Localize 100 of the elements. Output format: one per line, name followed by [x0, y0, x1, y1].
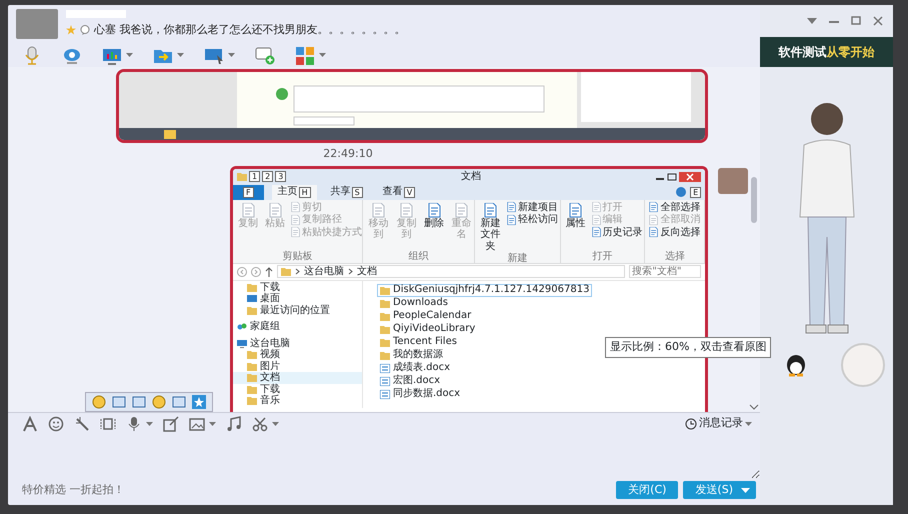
file-item[interactable]: 同步数据.docx — [377, 388, 592, 400]
edit-icon[interactable] — [163, 416, 179, 432]
app-grid-icon[interactable] — [295, 46, 315, 64]
caret-icon[interactable] — [177, 53, 184, 57]
nav-item[interactable]: 最近访问的位置 — [233, 304, 362, 316]
folder-icon — [247, 282, 257, 292]
document-icon — [380, 376, 390, 386]
ribbon-button[interactable]: 轻松访问 — [506, 214, 560, 226]
dropdown-icon[interactable] — [807, 18, 817, 24]
keytip: 2 — [262, 171, 274, 182]
back-icon[interactable] — [237, 266, 247, 276]
caret-icon[interactable] — [126, 53, 133, 57]
address-bar[interactable]: 这台电脑 文档 — [277, 265, 626, 278]
close-icon[interactable] — [873, 16, 883, 26]
page-icon — [592, 227, 601, 238]
page-icon — [400, 202, 414, 218]
ad-banner[interactable]: 软件测试从零开始 — [760, 37, 893, 67]
avatar-placeholder[interactable] — [718, 168, 748, 194]
message-time: 22:49:10 — [322, 146, 374, 162]
banner-text[interactable]: 从零开始 — [826, 43, 874, 61]
folder-icon — [237, 172, 247, 181]
window-title: 文档 — [460, 170, 482, 182]
up-arrow-icon[interactable] — [265, 266, 273, 276]
breadcrumb[interactable]: 文档 — [357, 266, 377, 278]
page-icon — [649, 202, 658, 212]
caret-icon[interactable] — [319, 53, 326, 57]
nav-item[interactable]: 文档 — [233, 372, 362, 384]
magic-wand-icon[interactable] — [74, 416, 90, 432]
history-button[interactable]: 消息记录 — [685, 415, 752, 432]
nav-item[interactable]: 家庭组 — [233, 321, 362, 332]
image-icon[interactable] — [189, 416, 205, 432]
chevron-down-icon[interactable] — [749, 404, 759, 410]
star-icon[interactable] — [192, 395, 206, 409]
page-icon — [242, 202, 254, 218]
ribbon-button[interactable]: 全部选择 — [648, 202, 702, 213]
smiley-icon[interactable] — [92, 395, 106, 409]
file-item[interactable]: 宏图.docx — [377, 374, 592, 388]
smiley-icon[interactable] — [48, 416, 64, 432]
keytip: H — [298, 186, 311, 198]
close-icon[interactable] — [679, 172, 702, 182]
keytip: S — [352, 186, 363, 198]
banner-text[interactable]: 软件测试 — [778, 43, 826, 61]
microphone-icon[interactable] — [126, 416, 142, 432]
nav-item[interactable]: 这台电脑 — [233, 338, 362, 349]
chat-add-icon[interactable] — [255, 46, 275, 64]
nav-item[interactable]: 图片 — [233, 360, 362, 372]
ribbon-tab[interactable]: 共享 — [330, 186, 351, 198]
document-icon — [380, 390, 390, 398]
status-text: 心塞 我爸说，你都那么老了怎么还不找男朋友。。。。。。。。 — [94, 22, 406, 38]
ribbon-button[interactable]: 反向选择 — [648, 226, 702, 238]
ribbon-tab[interactable]: 查看 — [382, 186, 403, 198]
nav-item[interactable]: 视频 — [233, 349, 362, 360]
ribbon-button[interactable]: 新建文件夹 — [478, 202, 504, 253]
network-icon — [237, 322, 247, 332]
file-item[interactable]: 我的数据源 — [377, 348, 592, 362]
group-label: 选择 — [664, 250, 686, 262]
ribbon-button[interactable]: 属性 — [564, 202, 588, 250]
keytip: 1 — [249, 171, 260, 182]
page-icon — [372, 202, 386, 218]
scissors-icon[interactable] — [252, 416, 268, 432]
caret-icon[interactable] — [146, 422, 153, 426]
nav-item[interactable]: 下载 — [233, 384, 362, 395]
file-item[interactable]: 成绩表.docx — [377, 362, 592, 374]
tooltip: 显示比例：60%，双击查看原图 — [605, 337, 772, 358]
scrollbar-thumb[interactable] — [751, 177, 757, 223]
file-item[interactable]: Downloads — [377, 296, 592, 310]
caret-icon[interactable] — [272, 422, 279, 426]
breadcrumb[interactable]: 这台电脑 — [304, 266, 344, 278]
ribbon-button[interactable]: 历史记录 — [590, 226, 644, 238]
page-icon — [649, 227, 658, 238]
monitor-icon[interactable] — [132, 395, 146, 409]
caret-icon[interactable] — [745, 422, 752, 426]
file-item[interactable]: DiskGeniusqjhfrj4.7.1.127.1429067813 — [377, 284, 592, 296]
group-label: 打开 — [591, 250, 614, 262]
penguin-icon[interactable] — [785, 353, 807, 377]
caret-icon[interactable] — [228, 53, 235, 57]
file-item[interactable]: PeopleCalendar — [377, 310, 592, 322]
nav-item[interactable]: 桌面 — [233, 293, 362, 304]
group-label: 新建 — [506, 253, 528, 264]
clock-icon — [685, 418, 697, 430]
file-item[interactable]: QiyiVideoLibrary — [377, 322, 592, 336]
film-strip-icon[interactable] — [100, 416, 116, 432]
nav-item[interactable]: 下载 — [233, 282, 362, 293]
smiley-icon[interactable] — [152, 395, 166, 409]
file-item[interactable]: Tencent Files — [377, 336, 592, 348]
forward-icon[interactable] — [251, 266, 261, 276]
page-icon — [649, 214, 658, 225]
ad-link[interactable]: 特价精选 一折起拍！ — [22, 482, 124, 498]
ribbon-button[interactable]: 新建项目 — [506, 202, 560, 213]
font-icon[interactable] — [22, 416, 38, 432]
star-icon — [66, 25, 76, 35]
ribbon-tab[interactable]: 主页 — [278, 186, 298, 198]
caret-icon[interactable] — [209, 422, 216, 426]
maximize-icon[interactable] — [667, 172, 678, 180]
help-icon[interactable] — [676, 187, 686, 197]
music-note-icon[interactable] — [226, 416, 242, 432]
ribbon-button[interactable]: 删除 — [422, 202, 446, 250]
nav-item[interactable]: 音乐 — [233, 395, 362, 406]
group-label: 组织 — [408, 250, 430, 262]
file-tab[interactable]: F — [233, 184, 264, 200]
